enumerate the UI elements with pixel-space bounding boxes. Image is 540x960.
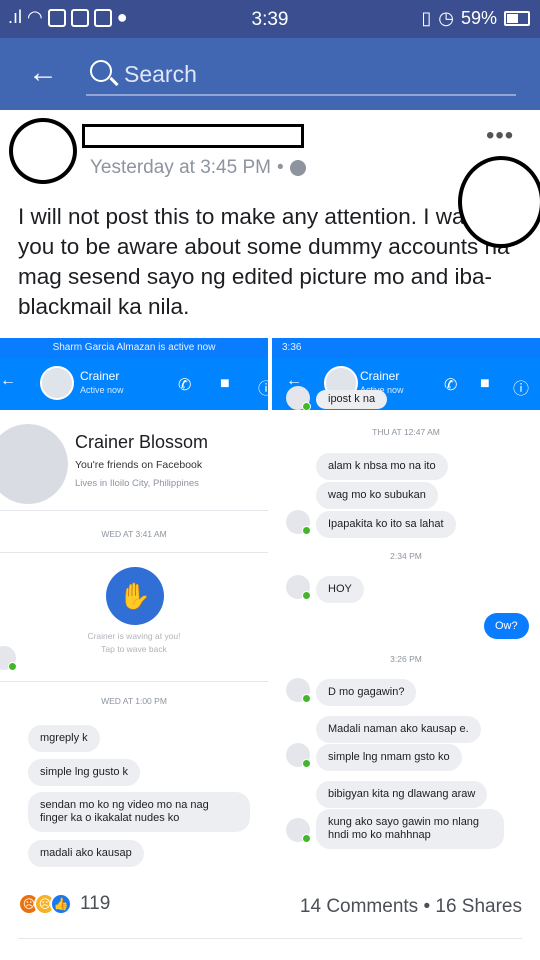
message-bubble: mgreply k bbox=[28, 725, 100, 752]
phone-status-bar: 3:36 bbox=[272, 338, 540, 358]
info-icon: ⓘ bbox=[513, 381, 530, 398]
status-bar: .ıl ◠ ● 3:39 ▯ ◷ 59% bbox=[0, 0, 540, 38]
message-bubble: bibigyan kita ng dlawang araw bbox=[316, 781, 488, 808]
message-bubble: sendan mo ko ng video mo na nag finger k… bbox=[28, 792, 250, 832]
search-icon bbox=[90, 60, 112, 82]
back-arrow-icon[interactable]: ← bbox=[28, 55, 58, 91]
post-image-left[interactable]: Sharm Garcia Almazan is active now ← Cra… bbox=[0, 338, 268, 874]
meta-separator: • bbox=[276, 157, 284, 178]
video-icon: ■ bbox=[220, 375, 230, 392]
message-bubble: D mo gagawin? bbox=[316, 679, 417, 706]
globe-icon bbox=[289, 160, 306, 176]
avatar bbox=[286, 510, 311, 535]
redaction-circle bbox=[458, 156, 540, 248]
active-status-bar: Sharm Garcia Almazan is active now bbox=[0, 338, 268, 358]
message-bubble: wag mo ko subukan bbox=[316, 482, 438, 509]
reaction-count: 119 bbox=[80, 893, 111, 914]
battery-icon bbox=[504, 11, 530, 26]
phone-icon: ✆ bbox=[444, 377, 458, 394]
avatar bbox=[286, 575, 311, 600]
message-bubble: ipost k na bbox=[316, 390, 388, 409]
friends-line: You're friends on Facebook bbox=[75, 459, 203, 471]
author-avatar-redacted[interactable] bbox=[9, 118, 77, 184]
phone-icon: ✆ bbox=[178, 377, 192, 394]
contact-name: Crainer bbox=[360, 369, 400, 383]
app-bar: ← bbox=[0, 38, 540, 110]
timestamp: THU AT 12:47 AM bbox=[372, 427, 440, 437]
divider bbox=[0, 552, 268, 553]
author-name-redacted[interactable] bbox=[82, 124, 304, 148]
post-text: I will not post this to make any attenti… bbox=[18, 204, 510, 319]
wave-text: Crainer is waving at you! bbox=[87, 631, 181, 641]
message-bubble: simple lng nmam gsto ko bbox=[316, 744, 462, 771]
system-icons: ▯ ◷ 59% bbox=[421, 8, 530, 29]
chat-header: ← Crainer Active now ✆ ■ ⓘ bbox=[272, 358, 540, 410]
my-message-bubble: Ow? bbox=[484, 613, 529, 639]
wave-icon: ✋ bbox=[106, 567, 164, 625]
vibrate-icon: ▯ bbox=[421, 8, 432, 28]
profile-avatar bbox=[0, 424, 68, 504]
divider bbox=[18, 938, 522, 939]
profile-name: Crainer Blossom bbox=[75, 432, 209, 452]
wave-hint: Tap to wave back bbox=[101, 644, 167, 654]
message-bubble: simple lng gusto k bbox=[28, 759, 141, 786]
contact-name: Crainer bbox=[80, 369, 120, 383]
timestamp: 3:26 PM bbox=[390, 654, 422, 664]
timestamp: 2:34 PM bbox=[390, 551, 422, 561]
search-input[interactable] bbox=[124, 58, 504, 90]
more-icon[interactable]: ••• bbox=[486, 122, 514, 150]
message-bubble: alam k nbsa mo na ito bbox=[316, 453, 448, 480]
message-bubble: madali ako kausap bbox=[28, 840, 144, 867]
alarm-icon: ◷ bbox=[438, 8, 454, 28]
battery-percent: 59% bbox=[460, 8, 497, 28]
comments-shares[interactable]: 14 Comments • 16 Shares bbox=[300, 896, 522, 918]
avatar bbox=[286, 743, 311, 768]
back-arrow-icon: ← bbox=[0, 372, 16, 389]
avatar bbox=[286, 818, 311, 843]
search-bar[interactable] bbox=[86, 54, 516, 96]
message-bubble: Madali naman ako kausap e. bbox=[316, 716, 481, 743]
timestamp: WED AT 3:41 AM bbox=[101, 529, 167, 539]
contact-status: Active now bbox=[80, 385, 124, 395]
message-bubble: Ipapakita ko ito sa lahat bbox=[316, 511, 456, 538]
reactions-summary[interactable]: ☹ ☹ 👍 119 bbox=[18, 893, 110, 915]
post-timestamp[interactable]: Yesterday at 3:45 PM bbox=[90, 157, 271, 179]
lives-line: Lives in Iloilo City, Philippines bbox=[75, 478, 199, 489]
info-icon: ⓘ bbox=[258, 381, 268, 398]
chat-header: ← Crainer Active now ✆ ■ ⓘ bbox=[0, 358, 268, 410]
message-bubble: HOY bbox=[316, 576, 364, 603]
timestamp: WED AT 1:00 PM bbox=[101, 696, 167, 706]
avatar bbox=[40, 366, 74, 400]
divider bbox=[0, 510, 268, 511]
post-meta: Yesterday at 3:45 PM • bbox=[90, 157, 306, 179]
video-icon: ■ bbox=[480, 375, 490, 392]
divider bbox=[0, 681, 268, 682]
message-bubble: kung ako sayo gawin mo nlang hndi mo ko … bbox=[316, 809, 504, 849]
avatar bbox=[286, 678, 311, 703]
post-image-right[interactable]: 3:36 ← Crainer Active now ✆ ■ ⓘ ipost k … bbox=[272, 338, 540, 874]
avatar bbox=[286, 386, 311, 411]
like-reaction-icon: 👍 bbox=[50, 893, 72, 915]
